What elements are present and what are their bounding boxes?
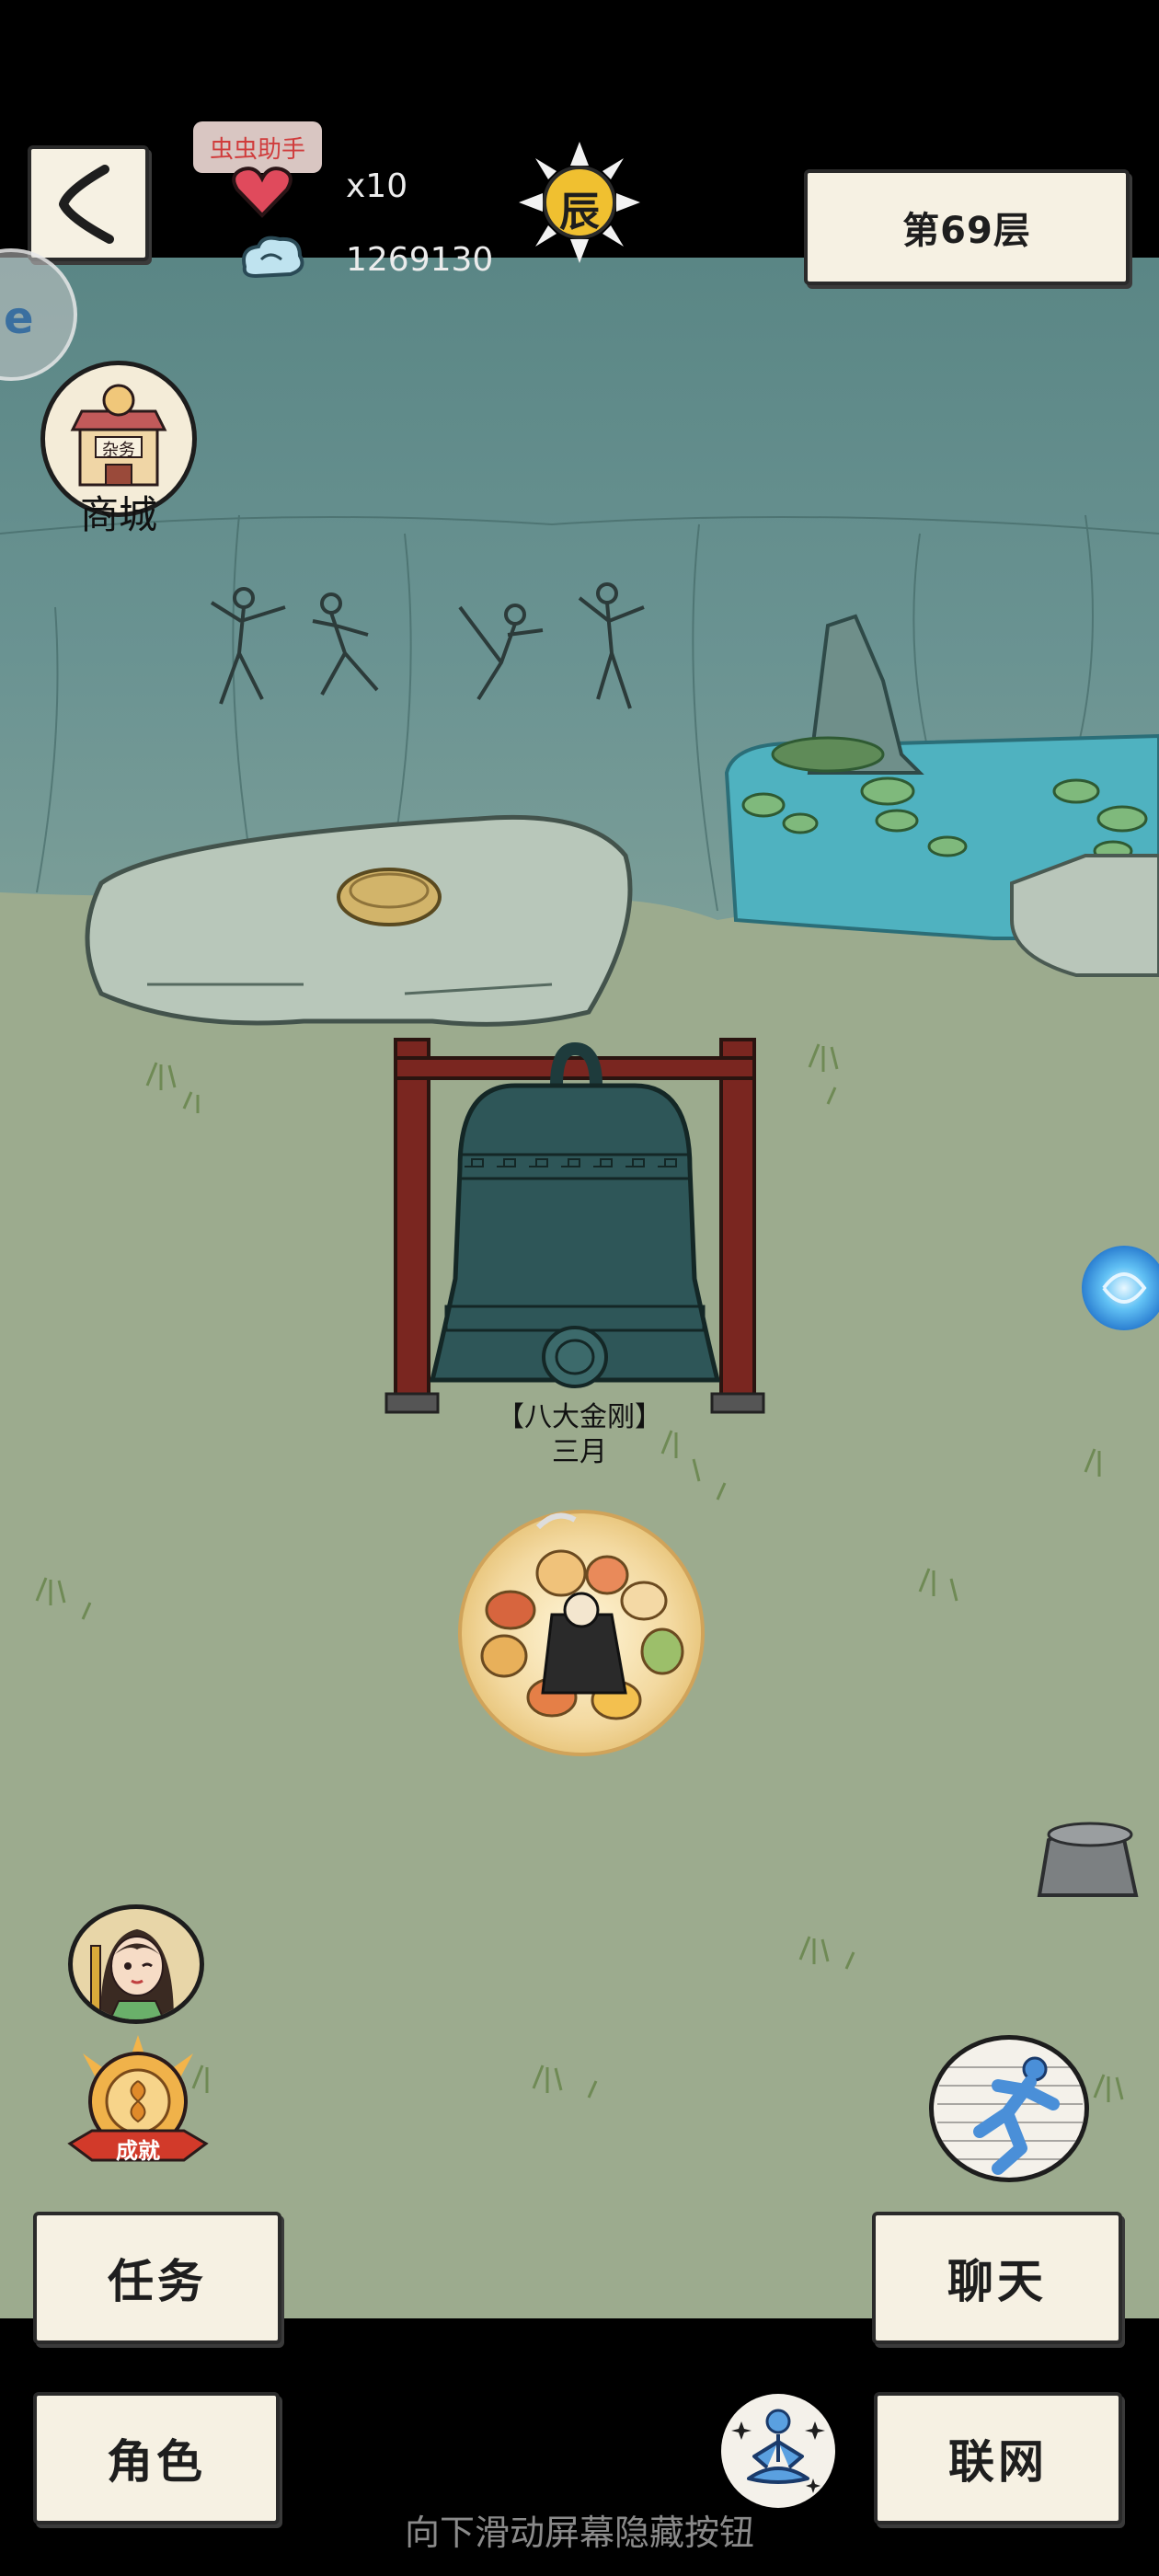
npc-label[interactable]: 【八大金刚】 三月 (460, 1400, 699, 1470)
tasks-button[interactable]: 任务 (33, 2212, 281, 2344)
floor-label: 第69层 (902, 210, 1031, 252)
chat-button[interactable]: 聊天 (872, 2212, 1122, 2344)
sprint-button[interactable] (929, 2035, 1089, 2182)
hide-buttons-hint: 向下滑动屏幕隐藏按钮 (404, 2513, 754, 2553)
helper-badge-label: 虫虫助手 (209, 135, 305, 164)
currency-value: 1269130 (346, 241, 494, 279)
player-character[interactable] (458, 1510, 705, 1756)
running-figure-icon (937, 2056, 1083, 2175)
back-button[interactable] (28, 145, 149, 261)
back-arrow-icon (59, 165, 114, 244)
npc-title: 【八大金刚】 (497, 1401, 662, 1433)
time-glyph: 辰 (559, 189, 600, 236)
achievement-ribbon-text: 成就 (116, 2138, 160, 2164)
shop-sign-text: 杂务 (102, 441, 135, 460)
time-of-day-indicator: 辰 (515, 138, 644, 267)
meditation-figure-icon (731, 2409, 825, 2493)
shop-label: 商城 (79, 492, 157, 537)
npc-name: 三月 (552, 1436, 607, 1468)
lives-count: x10 (346, 167, 408, 205)
tasks-button-label: 任务 (108, 2255, 207, 2308)
companion-portrait-button[interactable] (68, 1904, 204, 2024)
character-button-label: 角色 (107, 2435, 206, 2489)
network-button-label: 联网 (948, 2435, 1048, 2489)
meditate-button[interactable] (721, 2394, 835, 2508)
girl-portrait-icon (90, 1929, 174, 2019)
chat-button-label: 聊天 (947, 2255, 1047, 2308)
floor-indicator: 第69层 (804, 169, 1130, 285)
assistant-logo-icon: e (4, 293, 34, 344)
spirit-cloud-icon (242, 236, 304, 279)
achievement-button[interactable]: 成就 (64, 2035, 212, 2173)
heart-icon (232, 167, 293, 218)
